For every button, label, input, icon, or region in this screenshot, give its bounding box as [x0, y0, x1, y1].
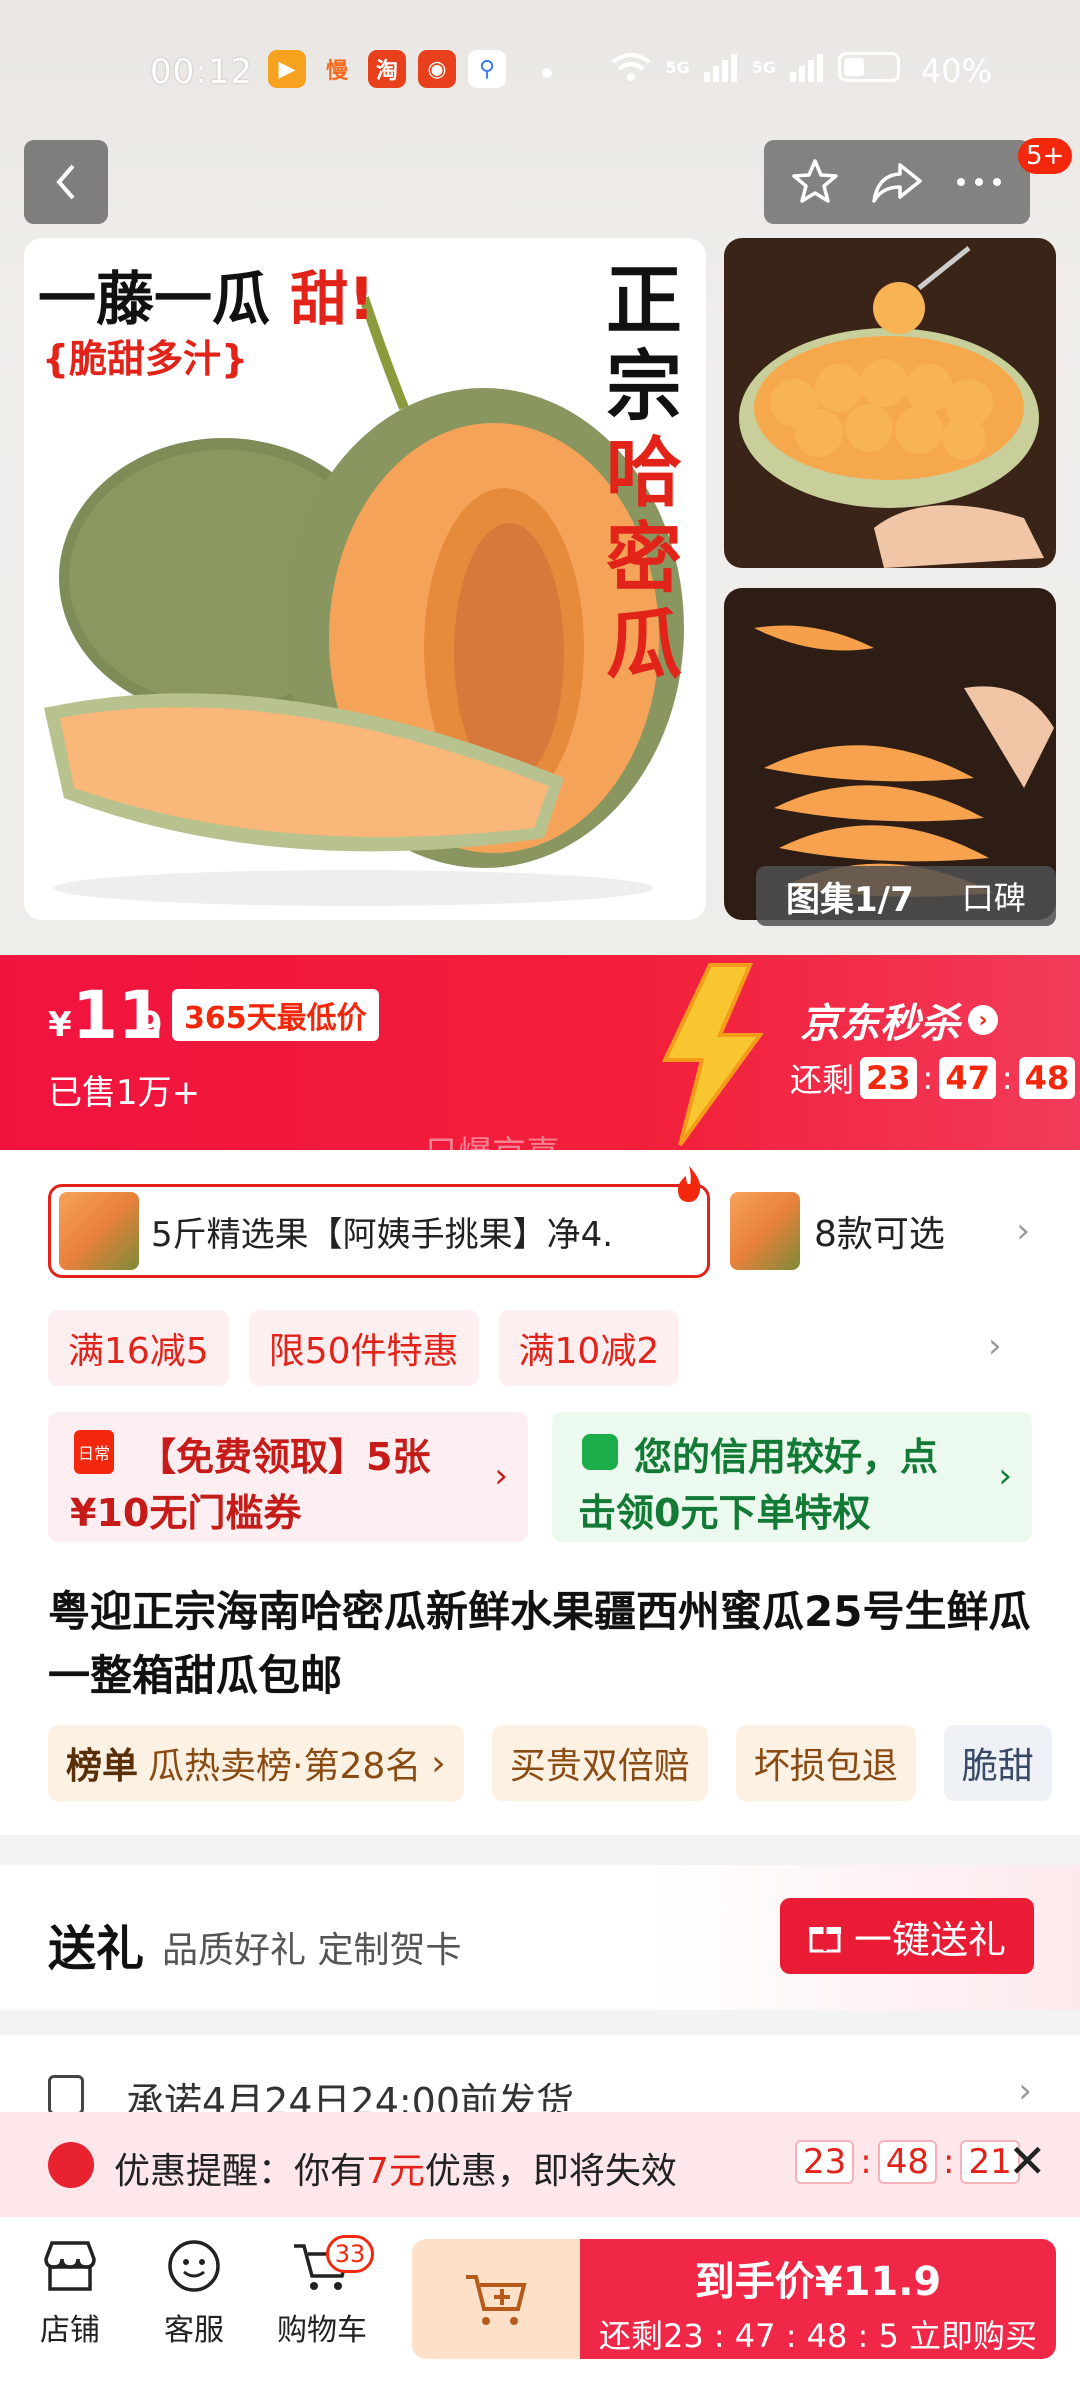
sku-more-options[interactable]: 8款可选 ›: [730, 1184, 1050, 1278]
main-product-image[interactable]: 一藤一瓜 甜! {脆甜多汁} 正 宗 哈 密 瓜: [24, 238, 706, 920]
sku-thumbnail: [59, 1192, 139, 1270]
share-button[interactable]: [867, 152, 927, 212]
bag-icon: [582, 1434, 618, 1470]
gift-section: 送礼 品质好礼 定制贺卡 一键送礼: [0, 1865, 1080, 2010]
guarantee-tag[interactable]: 买贵双倍赔: [491, 1725, 708, 1801]
buy-now-button[interactable]: 到手价¥11.9 还剩23 : 47 : 48 : 5 立即购买: [580, 2239, 1056, 2359]
signal-group: 5G 5G: [611, 52, 900, 82]
gift-icon: [808, 1927, 841, 1953]
favorite-button[interactable]: [785, 152, 845, 212]
lightning-icon: [661, 963, 764, 1147]
thumbnail-melon-balls[interactable]: [724, 238, 1056, 568]
add-cart-icon: [466, 2275, 527, 2325]
product-title: 粤迎正宗海南哈密瓜新鲜水果疆西州蜜瓜25号生鲜瓜一整箱甜瓜包邮: [48, 1587, 1031, 1700]
watermark-text: 只爆京喜: [424, 1134, 560, 1174]
document-icon: [48, 2075, 84, 2115]
message-badge[interactable]: 5+: [1018, 138, 1073, 174]
send-gift-button[interactable]: 一键送礼: [780, 1898, 1034, 1974]
credit-privilege[interactable]: 您的信用较好，点 击领0元下单特权 ›: [552, 1412, 1032, 1542]
price-decimal: .9: [124, 1005, 163, 1046]
signal-icon-2: [790, 54, 823, 82]
melon-balls-illustration: [724, 238, 1056, 568]
chevron-right-icon: ›: [494, 1456, 508, 1496]
coupon-free-claim[interactable]: 日常 【免费领取】5张 ¥10无门槛券 ›: [48, 1412, 528, 1542]
promo-tag[interactable]: 满16减5: [48, 1310, 229, 1386]
man-app-icon: 慢: [325, 59, 348, 84]
promo-tag[interactable]: 限50件特惠: [248, 1310, 479, 1386]
sku-selected-label: 5斤精选果【阿姨手挑果】净4.: [151, 1214, 614, 1255]
status-dot: [542, 68, 552, 78]
cart-count-badge: 33: [326, 2235, 374, 2273]
gift-title: 送礼: [48, 1921, 145, 1977]
chevron-left-icon: [56, 164, 75, 200]
image-vertical-text: 正 宗 哈 密 瓜: [606, 256, 682, 689]
promo-tag[interactable]: 满10减2: [498, 1310, 680, 1386]
return-tag[interactable]: 坏损包退: [735, 1725, 916, 1801]
search-app-icon: ⚲: [468, 50, 506, 88]
sold-count: 已售1万+: [48, 1073, 201, 1113]
taobao-app-icon: 淘: [368, 50, 406, 88]
status-app-icons: ▶ 慢 淘 ◉ ⚲: [268, 50, 506, 88]
status-bar: 00:12 ▶ 慢 淘 ◉ ⚲ 5G 5G 40%: [0, 40, 1080, 106]
image-subtitle: {脆甜多汁}: [42, 337, 249, 381]
promo-row: 满16减5 限50件特惠 满10减2: [48, 1310, 680, 1386]
back-button[interactable]: [24, 140, 108, 224]
chevron-right-icon: ›: [968, 1005, 998, 1035]
clock-icon: [48, 2142, 94, 2188]
chevron-right-icon: ›: [998, 1456, 1012, 1496]
more-icon: [957, 178, 1001, 186]
currency-symbol: ¥: [48, 1005, 72, 1045]
status-time: 00:12: [150, 52, 253, 92]
price-strip: ¥ 11 .9 365天最低价 已售1万+ 京东秒杀 › 还剩 23: 47: 4…: [0, 955, 1080, 1150]
discount-reminder-bar: 优惠提醒：你有7元优惠，即将失效 23:48:21 ✕: [0, 2112, 1080, 2217]
taste-tag[interactable]: 脆甜: [943, 1725, 1052, 1801]
share-icon: [872, 163, 922, 203]
chevron-right-icon: ›: [1018, 2071, 1032, 2111]
add-to-cart-button[interactable]: [412, 2239, 582, 2359]
video-app-icon: ▶: [268, 50, 306, 88]
image-headline: 一藤一瓜 甜!: [38, 265, 375, 333]
customer-service-button[interactable]: 客服: [134, 2237, 254, 2349]
close-icon[interactable]: ✕: [1008, 2134, 1047, 2188]
buy-now-price: 到手价¥11.9: [694, 2259, 942, 2305]
flame-icon: [678, 1166, 701, 1202]
shipping-row[interactable]: 承诺4月24日24:00前发货 ›: [0, 2035, 1080, 2124]
gallery-count: 图集1/7: [786, 879, 914, 920]
store-button[interactable]: 店铺: [10, 2237, 130, 2349]
sku-selected[interactable]: 5斤精选果【阿姨手挑果】净4.: [48, 1184, 710, 1278]
lowest-price-badge: 365天最低价: [172, 989, 379, 1041]
rank-tag[interactable]: 榜单 瓜热卖榜·第28名 ›: [48, 1725, 464, 1801]
reminder-text: 优惠提醒：你有7元优惠，即将失效: [114, 2151, 677, 2192]
store-icon: [44, 2241, 96, 2291]
chevron-right-icon: ›: [1016, 1211, 1030, 1251]
tag-row: 榜单 瓜热卖榜·第28名 › 买贵双倍赔 坏损包退 脆甜: [48, 1725, 1052, 1801]
buy-now-countdown: 还剩23 : 47 : 48 : 5 立即购买: [598, 2317, 1038, 2355]
sku-more-thumbnail: [730, 1192, 800, 1270]
reputation-tab[interactable]: 口碑: [962, 873, 1026, 919]
coupon-icon: 日常: [74, 1430, 114, 1474]
battery-percent: 40%: [920, 52, 992, 90]
promo-more-chevron-icon[interactable]: ›: [988, 1326, 1002, 1366]
wifi-icon: [612, 53, 651, 81]
top-actions: [764, 140, 1030, 224]
seckill-countdown: 还剩 23: 47: 48: [790, 1055, 1076, 1101]
signal-icon: [703, 54, 737, 82]
star-icon: [792, 159, 838, 203]
battery-icon: [838, 52, 900, 82]
bag-app-icon: ◉: [418, 50, 456, 88]
gift-subtitle: 品质好礼 定制贺卡: [162, 1930, 462, 1971]
bottom-action-bar: 店铺 客服 购物车 33 到手价¥11.9 还剩23 : 47 : 48 : 5…: [0, 2217, 1080, 2400]
gallery-indicator[interactable]: 图集1/7 口碑: [756, 866, 1056, 926]
more-button[interactable]: [949, 152, 1009, 212]
seckill-link[interactable]: 京东秒杀 ›: [800, 991, 998, 1049]
reminder-countdown: 23:48:21: [795, 2140, 1020, 2184]
chat-face-icon: [168, 2240, 220, 2292]
